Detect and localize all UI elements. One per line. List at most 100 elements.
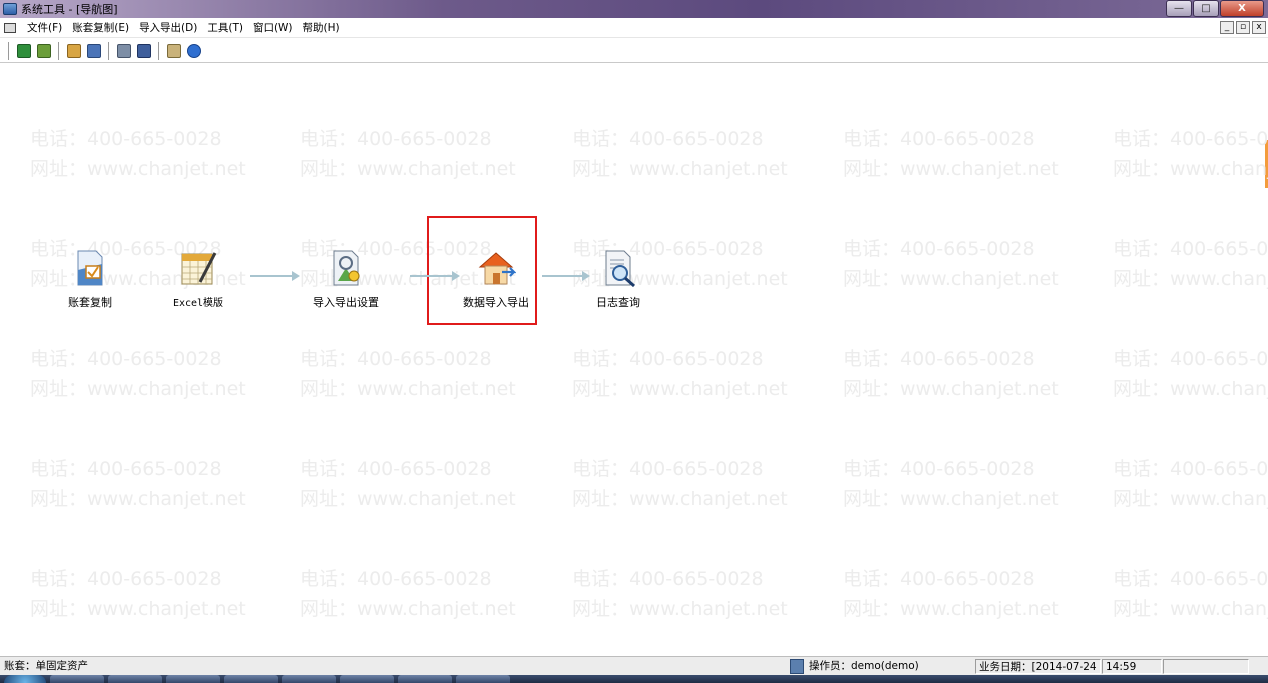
- print-icon: [117, 43, 131, 58]
- watermark-phone: 电话：400-665-0028: [843, 458, 1035, 480]
- account-copy-icon: [70, 248, 110, 288]
- status-operator: 操作员：demo(demo): [809, 660, 919, 672]
- menu-window[interactable]: 窗口(W): [248, 20, 298, 35]
- close-button[interactable]: X: [1220, 0, 1264, 17]
- minimize-button[interactable]: —: [1166, 0, 1192, 17]
- node-account-copy[interactable]: 账套复制: [40, 248, 140, 310]
- menu-bar: 文件(F) 账套复制(E) 导入导出(D) 工具(T) 窗口(W) 帮助(H) …: [0, 18, 1268, 38]
- mdi-minimize-button[interactable]: _: [1220, 21, 1234, 34]
- operator-icon: [790, 659, 804, 674]
- watermark-phone: 电话：400-665-0028: [1113, 128, 1268, 150]
- taskbar-app[interactable]: [398, 675, 452, 683]
- log-search-icon: [598, 248, 638, 288]
- calculator-icon: [137, 43, 151, 58]
- watermark-website: 网址：www.chanjet.net: [1113, 268, 1268, 290]
- watermark-phone: 电话：400-665-0028: [572, 568, 764, 590]
- watermark-website: 网址：www.chanjet.net: [1113, 598, 1268, 620]
- mdi-close-button[interactable]: x: [1252, 21, 1266, 34]
- watermark-phone: 电话：400-665-0028: [843, 128, 1035, 150]
- watermark-text: 电话：400-665-0028 网址：www.chanjet.net: [1113, 124, 1268, 184]
- watermark-text: 电话：400-665-0028 网址：www.chanjet.net: [572, 124, 788, 184]
- maximize-button[interactable]: □: [1193, 0, 1219, 17]
- watermark-website: 网址：www.chanjet.net: [572, 158, 788, 180]
- copy-button[interactable]: [85, 42, 103, 60]
- excel-icon: [17, 43, 31, 58]
- watermark-website: 网址：www.chanjet.net: [30, 598, 246, 620]
- watermark-text: 电话：400-665-0028 网址：www.chanjet.net: [300, 454, 516, 514]
- node-label: 账套复制: [68, 296, 112, 309]
- menu-import-export[interactable]: 导入导出(D): [134, 20, 202, 35]
- tools-icon: [67, 43, 81, 58]
- watermark-text: 电话：400-665-0028 网址：www.chanjet.net: [30, 124, 246, 184]
- menu-tools[interactable]: 工具(T): [202, 20, 248, 35]
- watermark-website: 网址：www.chanjet.net: [300, 598, 516, 620]
- watermark-website: 网址：www.chanjet.net: [843, 268, 1059, 290]
- watermark-website: 网址：www.chanjet.net: [1113, 378, 1268, 400]
- watermark-website: 网址：www.chanjet.net: [1113, 158, 1268, 180]
- node-excel-template[interactable]: Excel模版: [148, 248, 248, 309]
- watermark-phone: 电话：400-665-0028: [300, 458, 492, 480]
- help-icon: [187, 43, 201, 58]
- watermark-phone: 电话：400-665-0028: [1113, 458, 1268, 480]
- toolbar-separator: [158, 41, 160, 60]
- watermark-website: 网址：www.chanjet.net: [30, 488, 246, 510]
- taskbar-app[interactable]: [282, 675, 336, 683]
- watermark-phone: 电话：400-665-0028: [1113, 238, 1268, 260]
- taskbar-app[interactable]: [340, 675, 394, 683]
- watermark-phone: 电话：400-665-0028: [300, 128, 492, 150]
- print-button[interactable]: [115, 42, 133, 60]
- calculator-button[interactable]: [135, 42, 153, 60]
- watermark-website: 网址：www.chanjet.net: [30, 158, 246, 180]
- help-button[interactable]: [185, 42, 203, 60]
- os-taskbar: [0, 675, 1268, 683]
- taskbar-app[interactable]: [166, 675, 220, 683]
- mdi-controls: _ ▫ x: [1220, 21, 1266, 34]
- edit-icon: [167, 43, 181, 58]
- tools-button[interactable]: [65, 42, 83, 60]
- watermark-phone: 电话：400-665-0028: [572, 128, 764, 150]
- watermark-text: 电话：400-665-0028 网址：www.chanjet.net: [843, 454, 1059, 514]
- system-menu-icon[interactable]: [4, 22, 16, 33]
- taskbar-app[interactable]: [50, 675, 104, 683]
- watermark-text: 电话：400-665-0028 网址：www.chanjet.net: [843, 344, 1059, 404]
- toolbar-separator: [58, 41, 60, 60]
- watermark-text: 电话：400-665-0028 网址：www.chanjet.net: [843, 124, 1059, 184]
- watermark-phone: 电话：400-665-0028: [1113, 568, 1268, 590]
- toolbar-separator: [8, 41, 10, 60]
- status-time: 14:59: [1102, 659, 1162, 674]
- watermark-website: 网址：www.chanjet.net: [300, 488, 516, 510]
- watermark-phone: 电话：400-665-0028: [1113, 348, 1268, 370]
- excel-template-icon: [178, 248, 218, 288]
- watermark-text: 电话：400-665-0028 网址：www.chanjet.net: [1113, 344, 1268, 404]
- watermark-text: 电话：400-665-0028 网址：www.chanjet.net: [572, 564, 788, 624]
- start-button[interactable]: [4, 675, 46, 683]
- app-icon: [3, 3, 17, 15]
- node-log-search[interactable]: 日志查询: [568, 248, 668, 310]
- watermark-text: 电话：400-665-0028 网址：www.chanjet.net: [1113, 234, 1268, 294]
- watermark-phone: 电话：400-665-0028: [300, 348, 492, 370]
- excel-export-button[interactable]: [15, 42, 33, 60]
- watermark-website: 网址：www.chanjet.net: [843, 378, 1059, 400]
- menu-account-copy[interactable]: 账套复制(E): [67, 20, 134, 35]
- watermark-text: 电话：400-665-0028 网址：www.chanjet.net: [300, 564, 516, 624]
- watermark-text: 电话：400-665-0028 网址：www.chanjet.net: [572, 454, 788, 514]
- watermark-phone: 电话：400-665-0028: [30, 128, 222, 150]
- menu-help[interactable]: 帮助(H): [298, 20, 345, 35]
- toolbar: [0, 39, 1268, 63]
- watermark-website: 网址：www.chanjet.net: [300, 378, 516, 400]
- watermark-phone: 电话：400-665-0028: [30, 568, 222, 590]
- taskbar-app[interactable]: [224, 675, 278, 683]
- menu-file[interactable]: 文件(F): [22, 20, 67, 35]
- node-import-export-settings[interactable]: 导入导出设置: [296, 248, 396, 310]
- watermark-text: 电话：400-665-0028 网址：www.chanjet.net: [1113, 564, 1268, 624]
- taskbar-app[interactable]: [456, 675, 510, 683]
- taskbar-app[interactable]: [108, 675, 162, 683]
- node-data-import-export[interactable]: 数据导入导出: [446, 248, 546, 310]
- window-controls: — □ X: [1166, 0, 1264, 17]
- watermark-phone: 电话：400-665-0028: [843, 238, 1035, 260]
- import-button[interactable]: [35, 42, 53, 60]
- toolbar-separator: [108, 41, 110, 60]
- edit-button[interactable]: [165, 42, 183, 60]
- status-extra: [1163, 659, 1249, 674]
- mdi-restore-button[interactable]: ▫: [1236, 21, 1250, 34]
